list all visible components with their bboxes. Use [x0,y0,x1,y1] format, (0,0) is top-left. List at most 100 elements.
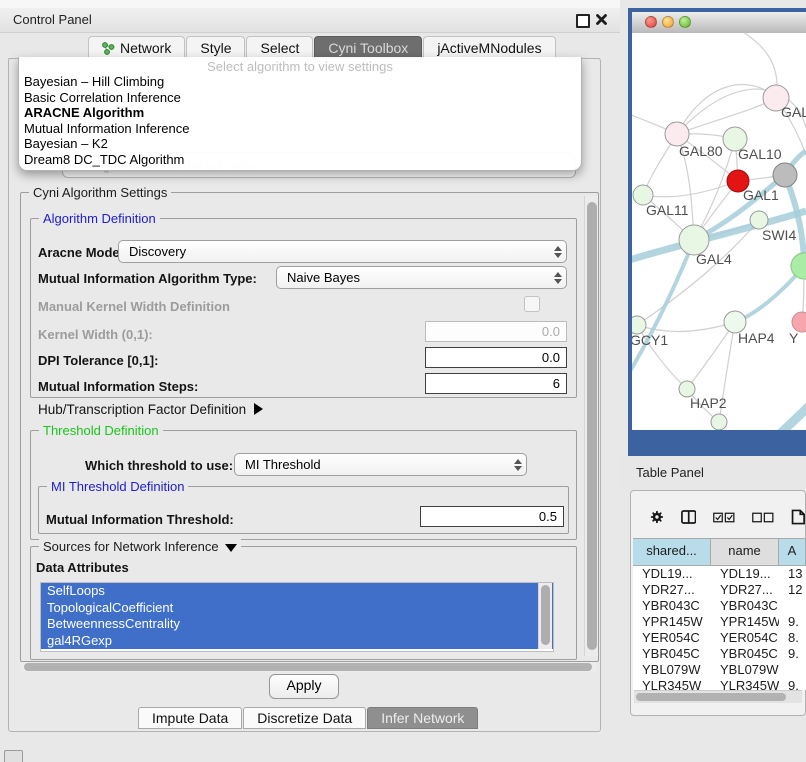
deselect-all-icon[interactable] [752,511,774,524]
table-cell: YDR27... [633,582,711,598]
table-horizontal-scrollbar[interactable] [634,690,802,703]
hub-definition-toggle[interactable]: Hub/Transcription Factor Definition [38,402,263,417]
settings-group-title: Cyni Algorithm Settings [29,185,171,200]
bottom-tab-discretize-data[interactable]: Discretize Data [243,707,366,729]
table-body: YDL19...YDL19...13YDR27...YDR27...12YBR0… [633,566,806,690]
algorithm-option-mutual-information-inference[interactable]: Mutual Information Inference [19,121,581,137]
table-cell: 12 [779,582,806,598]
tab-style[interactable]: Style [186,36,245,59]
table-cell: YBL079W [711,662,779,678]
table-header-row: shared...nameA [633,538,806,566]
tab-label: Network [120,40,171,56]
aracne-mode-select[interactable]: Discovery [118,240,567,263]
select-all-icon[interactable] [713,511,735,524]
column-header-a[interactable]: A [779,539,806,565]
column-header-shared[interactable]: shared... [633,539,711,565]
float-window-icon[interactable] [576,14,590,28]
kernel-width-field[interactable]: 0.0 [425,321,567,342]
settings-vertical-scrollbar[interactable] [584,196,598,656]
network-window-titlebar[interactable] [632,12,806,34]
node-label-hap2: HAP2 [690,395,727,411]
table-cell: 9. [779,646,806,662]
mi-steps-field[interactable]: 6 [425,373,567,394]
minimize-traffic-light-icon[interactable] [662,16,674,28]
table-cell: YPR145W [711,614,779,630]
table-panel-strip: Table Panel [620,456,806,490]
table-cell: YLR345W [711,678,779,690]
table-row[interactable]: YDR27...YDR27...12 [633,582,806,598]
algorithm-option-bayesian-k2[interactable]: Bayesian – K2 [19,136,581,152]
table-panel-title: Table Panel [636,465,704,480]
attribute-item-betweennesscentrality[interactable]: BetweennessCentrality [41,616,553,633]
zoom-traffic-light-icon[interactable] [679,16,691,28]
combo-arrows-icon [510,459,526,471]
close-icon[interactable] [595,13,608,26]
split-columns-icon[interactable] [681,508,696,526]
attribute-item-selfloops[interactable]: SelfLoops [41,583,553,600]
attribute-item-topologicalcoefficient[interactable]: TopologicalCoefficient [41,600,553,617]
algorithm-option-basic-correlation-inference[interactable]: Basic Correlation Inference [19,90,581,106]
bottom-tab-impute-data[interactable]: Impute Data [138,707,242,729]
attributes-vertical-scrollbar[interactable] [538,583,552,649]
tab-label: Cyni Toolbox [328,40,408,56]
network-edge [687,322,735,389]
bottom-tab-infer-network[interactable]: Infer Network [367,707,478,729]
tab-jactivemnodules[interactable]: jActiveMNodules [423,36,555,59]
table-cell: 13 [779,566,806,582]
node-label-gal10: GAL10 [738,146,782,162]
settings-horizontal-scrollbar[interactable] [22,662,596,672]
combo-arrows-icon [550,272,566,284]
dpi-tolerance-field[interactable]: 0.0 [425,347,567,368]
close-traffic-light-icon[interactable] [645,16,657,28]
table-row[interactable]: YBL079WYBL079W [633,662,806,678]
algorithm-option-aracne-algorithm[interactable]: ARACNE Algorithm [19,105,581,121]
document-icon[interactable] [791,507,806,527]
control-panel-title: Control Panel [13,12,92,27]
column-header-name[interactable]: name [711,539,779,565]
network-node[interactable] [773,163,797,187]
table-cell: 8. [779,630,806,646]
which-threshold-select[interactable]: MI Threshold [234,453,527,476]
table-row[interactable]: YPR145WYPR145W9. [633,614,806,630]
network-node[interactable] [711,414,727,430]
table-row[interactable]: YBR045CYBR045C9. [633,646,806,662]
table-cell [779,598,806,614]
mi-threshold-field[interactable]: 0.5 [420,506,564,527]
table-cell: YDL19... [633,566,711,582]
tab-label: Select [260,40,299,56]
table-cell: YDR27... [711,582,779,598]
table-cell: YBR045C [633,646,711,662]
node-label-y: Y [789,330,799,346]
table-cell: 9. [779,678,806,690]
tab-cyni-toolbox[interactable]: Cyni Toolbox [314,36,422,59]
manual-kernel-width-checkbox[interactable] [524,296,540,312]
node-label-gal4: GAL4 [696,251,732,267]
table-row[interactable]: YER054CYER054C8. [633,630,806,646]
dpi-tolerance-label: DPI Tolerance [0,1]: [38,353,158,368]
tab-select[interactable]: Select [246,36,313,59]
table-cell: YBL079W [633,662,711,678]
algorithm-option-dream8-dc-tdc-algorithm[interactable]: Dream8 DC_TDC Algorithm [19,152,581,168]
data-attributes-list: SelfLoopsTopologicalCoefficientBetweenne… [40,582,554,652]
network-node-y[interactable] [792,312,806,332]
mi-algorithm-type-select[interactable]: Naive Bayes [276,266,567,289]
sources-group-title[interactable]: Sources for Network Inference [39,539,241,554]
table-cell: YER054C [711,630,779,646]
algorithm-option-bayesian-hill-climbing[interactable]: Bayesian – Hill Climbing [19,74,581,90]
network-canvas[interactable]: GAL7GAL80GAL10GAL1GAL11GAL4SWI4HAP4YGCY1… [632,33,806,430]
node-table: shared...nameA YDL19...YDL19...13YDR27..… [633,538,806,690]
mini-grid-icon[interactable] [4,750,23,762]
which-threshold-label: Which threshold to use: [85,458,233,473]
apply-button[interactable]: Apply [269,674,339,699]
kernel-width-label: Kernel Width (0,1): [38,327,153,342]
network-edge [632,240,694,378]
network-node[interactable] [791,253,806,279]
attribute-item-gal4rgexp[interactable]: gal4RGexp [41,633,553,650]
gear-icon[interactable] [650,508,664,526]
tab-network[interactable]: Network [88,36,185,59]
node-label-gal80: GAL80 [679,143,723,159]
table-row[interactable]: YLR345WYLR345W9. [633,678,806,690]
table-cell: YBR043C [711,598,779,614]
table-row[interactable]: YBR043CYBR043C [633,598,806,614]
table-row[interactable]: YDL19...YDL19...13 [633,566,806,582]
